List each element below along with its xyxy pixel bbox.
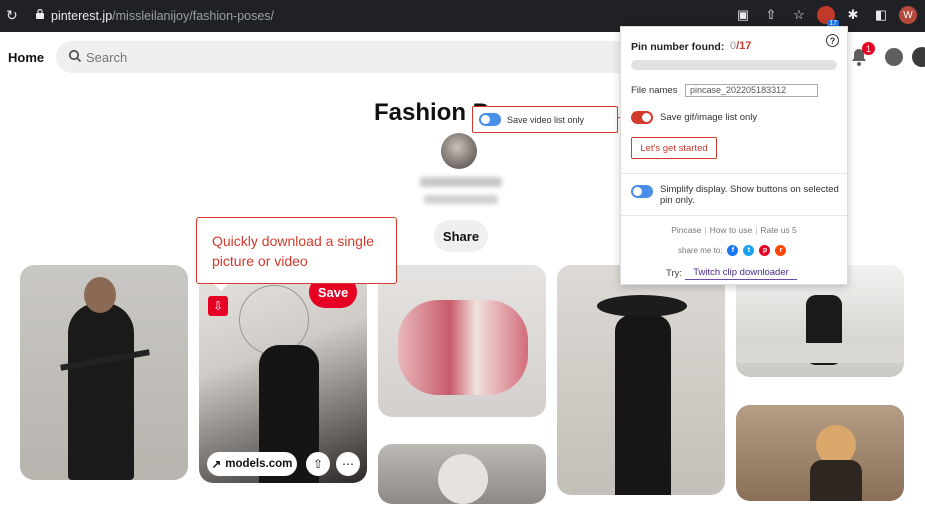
get-started-button[interactable]: Let's get started: [631, 137, 717, 159]
try-label: Try:: [666, 268, 683, 279]
save-video-list-toggle[interactable]: [479, 113, 501, 126]
download-tip-text: Quickly download a single picture or vid…: [212, 233, 374, 269]
side-panel-icon[interactable]: ◧: [871, 5, 891, 25]
pin-number-label: Pin number found:: [631, 41, 725, 53]
help-icon[interactable]: ?: [826, 34, 839, 47]
download-progress-bar: [631, 60, 837, 70]
pin-source-link[interactable]: ↗ models.com: [207, 452, 297, 476]
download-pin-icon[interactable]: ⇩: [208, 296, 228, 316]
pin-image[interactable]: [378, 265, 546, 417]
share-pin-icon[interactable]: ⇧: [306, 452, 330, 476]
save-gif-image-label: Save gif/image list only: [660, 112, 758, 123]
notification-count-badge: 1: [862, 42, 875, 55]
lock-icon: [36, 9, 44, 19]
facebook-icon[interactable]: f: [727, 245, 739, 256]
pin-total-count: /17: [736, 40, 752, 52]
save-gif-image-toggle[interactable]: [631, 111, 653, 124]
messages-icon[interactable]: [885, 48, 903, 66]
pin-image[interactable]: [20, 265, 188, 480]
callout-tail: [214, 284, 228, 291]
rate-us-link[interactable]: Rate us 5: [760, 225, 796, 235]
share-page-icon[interactable]: ⇧: [761, 5, 781, 25]
pin-source-label: models.com: [225, 458, 293, 470]
how-to-use-link[interactable]: How to use: [710, 225, 753, 235]
simplify-display-label: Simplify display. Show buttons on select…: [660, 184, 839, 206]
bookmark-star-icon[interactable]: ☆: [789, 5, 809, 25]
file-names-label: File names: [631, 85, 678, 96]
twitter-icon[interactable]: t: [743, 245, 755, 256]
pinterest-icon[interactable]: p: [759, 245, 771, 256]
reddit-icon[interactable]: r: [775, 245, 787, 256]
pin-image[interactable]: [557, 265, 725, 495]
share-row: share me to: f t p r: [678, 245, 787, 256]
profile-avatar[interactable]: W: [899, 6, 917, 24]
user-avatar[interactable]: [912, 47, 925, 67]
search-bar[interactable]: Search: [56, 41, 656, 73]
board-owner-name-blurred: [420, 177, 502, 187]
reload-icon[interactable]: ↻: [6, 7, 18, 24]
divider: [621, 215, 847, 216]
pincase-link[interactable]: Pincase: [671, 225, 701, 235]
twitch-clip-downloader-link[interactable]: Twitch clip downloader: [685, 267, 797, 280]
home-tab[interactable]: Home: [8, 50, 44, 65]
install-icon[interactable]: ▣: [733, 5, 753, 25]
pincase-extension-icon[interactable]: 17: [817, 6, 839, 27]
simplify-display-toggle[interactable]: [631, 185, 653, 198]
search-icon: [68, 49, 82, 63]
download-tip-callout: Quickly download a single picture or vid…: [196, 217, 397, 291]
more-options-icon[interactable]: ⋯: [336, 452, 360, 476]
file-name-field[interactable]: pincase_202205183312: [685, 84, 818, 97]
video-list-callout: Save video list only: [472, 106, 618, 133]
pincase-extension-panel: Pin number found: 0/17 ? File names pinc…: [620, 26, 848, 285]
puzzle-extensions-icon[interactable]: ✱: [843, 5, 863, 25]
divider: [621, 173, 847, 174]
address-bar[interactable]: pinterest.jp/missleilanijoy/fashion-pose…: [51, 9, 274, 23]
board-followers-blurred: [424, 195, 498, 204]
pin-image[interactable]: [378, 444, 546, 504]
board-owner-avatar[interactable]: [441, 133, 477, 169]
footer-links: Pincase | How to use | Rate us 5: [671, 225, 797, 235]
arrow-up-right-icon: ↗: [211, 459, 222, 471]
pin-image[interactable]: [736, 405, 904, 501]
share-button[interactable]: Share: [434, 220, 488, 252]
search-placeholder: Search: [86, 50, 128, 65]
pin-count: 0/17: [730, 40, 751, 52]
save-video-list-label: Save video list only: [507, 115, 585, 125]
share-me-label: share me to:: [678, 246, 723, 255]
